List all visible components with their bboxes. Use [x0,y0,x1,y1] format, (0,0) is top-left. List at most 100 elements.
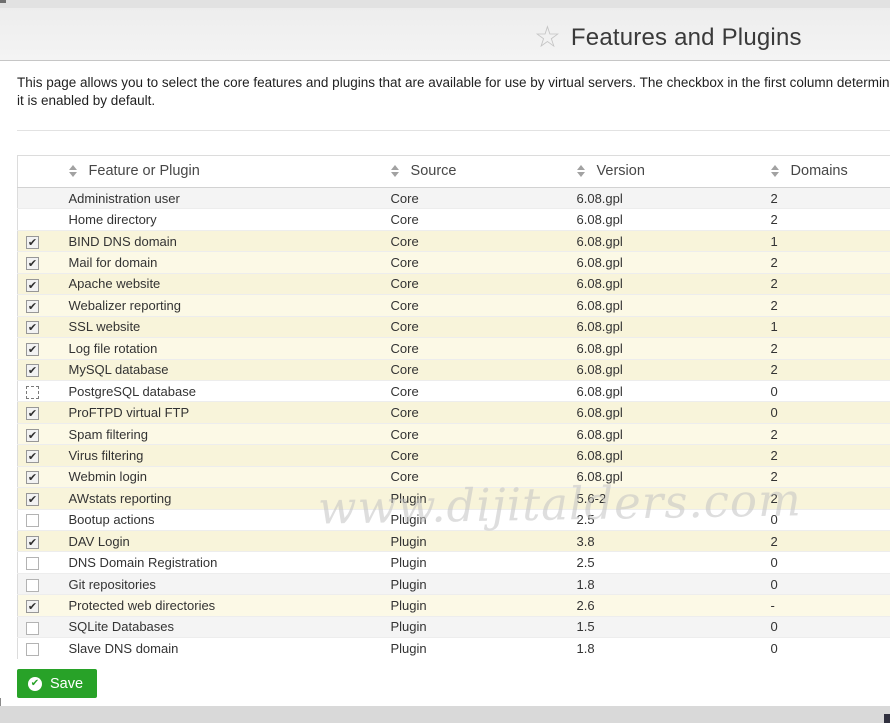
feature-domains: 0 [762,380,890,401]
table-row: Slave DNS domain Plugin 1.8 0 [18,638,890,659]
feature-domains: 0 [762,638,890,659]
table-row: ✔ Protected web directories Plugin 2.6 - [18,595,890,616]
feature-source: Core [382,316,568,337]
sort-arrows-icon[interactable] [577,165,585,177]
feature-domains: 0 [762,552,890,573]
feature-version: 6.08.gpl [568,188,762,209]
page-header: ☆ Features and Plugins [0,8,890,61]
feature-domains: 2 [762,466,890,487]
feature-name: DAV Login [60,531,382,552]
feature-source: Plugin [382,573,568,594]
feature-domains: 1 [762,316,890,337]
star-icon: ☆ [534,22,561,54]
feature-name: Apache website [60,273,382,294]
feature-checkbox[interactable]: ✔ [26,493,39,506]
feature-domains: 2 [762,445,890,466]
feature-domains: - [762,595,890,616]
feature-checkbox[interactable]: ✔ [26,429,39,442]
table-row: Administration user Core 6.08.gpl 2 [18,188,890,209]
feature-source: Plugin [382,616,568,637]
feature-checkbox[interactable] [26,643,39,656]
column-header-domains[interactable]: Domains [762,156,890,188]
table-row: ✔ ProFTPD virtual FTP Core 6.08.gpl 0 [18,402,890,423]
feature-source: Core [382,188,568,209]
feature-name: ProFTPD virtual FTP [60,402,382,423]
column-header-label: Feature or Plugin [89,164,200,180]
feature-domains: 0 [762,573,890,594]
feature-checkbox[interactable] [26,579,39,592]
feature-name: Bootup actions [60,509,382,530]
feature-domains: 2 [762,423,890,444]
feature-name: Administration user [60,188,382,209]
feature-checkbox[interactable]: ✔ [26,343,39,356]
title-wrap: ☆ Features and Plugins [534,22,802,54]
table-row: ✔ Mail for domain Core 6.08.gpl 2 [18,252,890,273]
sort-arrows-icon[interactable] [771,165,779,177]
column-header-version[interactable]: Version [568,156,762,188]
feature-version: 3.8 [568,531,762,552]
feature-domains: 0 [762,402,890,423]
feature-source: Plugin [382,552,568,573]
feature-domains: 2 [762,295,890,316]
column-header-source[interactable]: Source [382,156,568,188]
feature-checkbox[interactable] [26,386,39,399]
feature-name: Spam filtering [60,423,382,444]
feature-source: Plugin [382,531,568,552]
feature-name: Webalizer reporting [60,295,382,316]
column-header-feature[interactable]: Feature or Plugin [60,156,382,188]
feature-source: Core [382,445,568,466]
window-corner-mark [0,0,6,3]
feature-source: Plugin [382,509,568,530]
feature-domains: 1 [762,230,890,251]
feature-checkbox[interactable]: ✔ [26,407,39,420]
table-row: Home directory Core 6.08.gpl 2 [18,209,890,230]
feature-source: Core [382,466,568,487]
feature-version: 2.6 [568,595,762,616]
feature-source: Core [382,252,568,273]
column-header-label: Domains [791,164,848,180]
feature-checkbox[interactable]: ✔ [26,236,39,249]
feature-checkbox[interactable]: ✔ [26,600,39,613]
feature-source: Core [382,338,568,359]
feature-name: BIND DNS domain [60,230,382,251]
feature-source: Core [382,402,568,423]
feature-domains: 2 [762,531,890,552]
feature-checkbox[interactable]: ✔ [26,300,39,313]
table-row: ✔ Apache website Core 6.08.gpl 2 [18,273,890,294]
table-row: ✔ MySQL database Core 6.08.gpl 2 [18,359,890,380]
feature-checkbox[interactable]: ✔ [26,471,39,484]
features-table-container: Feature or Plugin Source Version Domains [17,155,890,659]
save-button[interactable]: ✔ Save [17,669,97,698]
feature-checkbox[interactable]: ✔ [26,257,39,270]
table-row: ✔ Virus filtering Core 6.08.gpl 2 [18,445,890,466]
feature-checkbox[interactable]: ✔ [26,321,39,334]
feature-source: Core [382,273,568,294]
feature-checkbox[interactable]: ✔ [26,536,39,549]
feature-checkbox[interactable]: ✔ [26,450,39,463]
column-header-label: Version [597,164,645,180]
feature-source: Plugin [382,488,568,509]
table-row: SQLite Databases Plugin 1.5 0 [18,616,890,637]
window-top-strip [0,0,890,8]
feature-checkbox[interactable] [26,622,39,635]
sort-arrows-icon[interactable] [69,165,77,177]
feature-source: Core [382,380,568,401]
feature-version: 6.08.gpl [568,252,762,273]
feature-version: 6.08.gpl [568,380,762,401]
feature-name: Home directory [60,209,382,230]
feature-version: 6.08.gpl [568,402,762,423]
feature-checkbox[interactable]: ✔ [26,279,39,292]
feature-version: 2.5 [568,552,762,573]
feature-name: AWstats reporting [60,488,382,509]
feature-checkbox[interactable]: ✔ [26,364,39,377]
feature-checkbox[interactable] [26,514,39,527]
feature-domains: 2 [762,273,890,294]
table-row: ✔ Webalizer reporting Core 6.08.gpl 2 [18,295,890,316]
table-row: ✔ Log file rotation Core 6.08.gpl 2 [18,338,890,359]
checkbox-column-header [18,156,60,188]
sort-arrows-icon[interactable] [391,165,399,177]
feature-name: Slave DNS domain [60,638,382,659]
feature-name: Log file rotation [60,338,382,359]
feature-checkbox[interactable] [26,557,39,570]
column-header-label: Source [411,164,457,180]
